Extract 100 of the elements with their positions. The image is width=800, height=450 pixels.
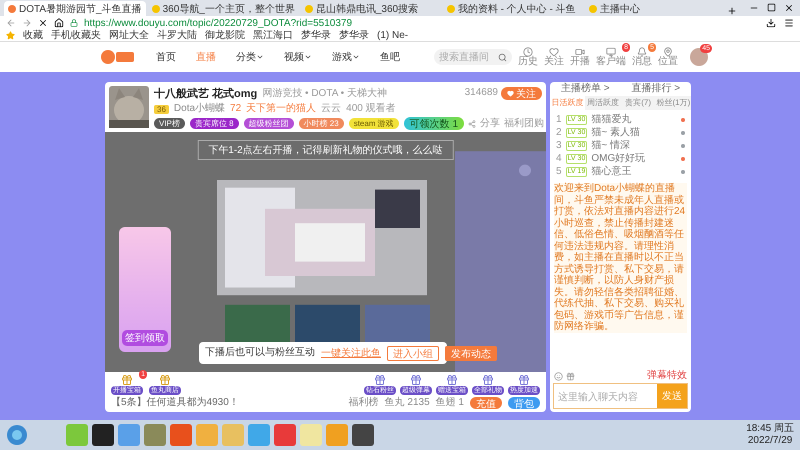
taskbar-app-icon[interactable]	[248, 424, 270, 446]
browser-tab[interactable]: DOTA暑期游园节_斗鱼直播	[4, 1, 146, 16]
nav-link[interactable]: 直播	[196, 50, 216, 64]
download-icon	[766, 18, 776, 28]
toolbar-label[interactable]: 开播	[570, 57, 590, 67]
caret-icon	[304, 53, 312, 61]
wallet-button[interactable]: 背包	[508, 397, 540, 409]
rank-number: 5	[556, 166, 562, 178]
bookmark[interactable]: 网址大全	[109, 30, 149, 42]
taskbar-app-icon[interactable]	[196, 424, 218, 446]
nav-link[interactable]: 首页	[156, 50, 176, 64]
ranking-badge[interactable]: VIP榜	[154, 118, 185, 129]
close-icon	[784, 3, 794, 13]
share-icon	[468, 120, 476, 128]
bookmark[interactable]: 梦华录	[339, 30, 369, 42]
rank-number: 3	[556, 140, 562, 152]
toolbar-label[interactable]: 关注	[544, 57, 564, 67]
announcement-banner: 下午1-2点左右开播，记得刷新礼物的仪式哦，么么哒	[197, 140, 454, 160]
ranking-badge[interactable]: 贵宾席位 8	[190, 118, 239, 129]
gift-icon	[374, 374, 386, 386]
site-icon	[446, 4, 455, 12]
popup-button[interactable]: 进入小组	[387, 346, 439, 360]
chat-tab[interactable]: 日活跃度	[550, 96, 586, 110]
browser-tab[interactable]: 昆山韩鼎电讯_360搜索	[300, 1, 441, 16]
toolbar-label[interactable]: 客户端	[596, 57, 626, 67]
nav-link[interactable]: 视频	[284, 50, 312, 64]
camera-icon	[575, 47, 585, 57]
taskbar-app-icon[interactable]	[170, 424, 192, 446]
viewer-name[interactable]: 猫猫爱丸	[591, 114, 632, 126]
nav-link[interactable]: 分类	[236, 50, 264, 64]
action-link[interactable]: 分享	[480, 118, 500, 130]
popup-button[interactable]: 发布动态	[445, 346, 497, 360]
bookmark[interactable]: (1) Ne-	[377, 30, 408, 42]
pin-icon	[663, 47, 673, 57]
caret-icon	[352, 53, 360, 61]
star-icon	[6, 31, 15, 40]
follow-link[interactable]: 一键关注此鱼	[321, 346, 381, 360]
taskbar-app-icon[interactable]	[274, 424, 296, 446]
ranking-badge[interactable]: 小时榜 23	[298, 118, 344, 129]
bookmark[interactable]: 黑江海口	[253, 30, 293, 42]
chat-tab[interactable]: 周活跃度	[585, 96, 620, 110]
nav-link[interactable]: 鱼吧	[380, 50, 400, 64]
follow-button[interactable]: 关注	[501, 87, 542, 100]
viewer-name[interactable]: 猫~ 情深	[591, 140, 630, 152]
lock-icon	[70, 19, 78, 27]
taskbar-app-icon[interactable]	[92, 424, 114, 446]
wallet-button[interactable]: 充值	[470, 397, 502, 409]
taskbar-app-icon[interactable]	[144, 424, 166, 446]
start-icon[interactable]	[6, 424, 28, 446]
claim-button[interactable]: 可领次数 1	[404, 117, 464, 130]
bell-icon	[637, 47, 647, 57]
browser-tab[interactable]: 360导航_一个主页，整个世界	[148, 1, 299, 16]
maximize-icon	[767, 3, 776, 12]
info-tag: 云云	[321, 103, 342, 115]
bookmark[interactable]: 收藏	[23, 30, 43, 42]
ranking-badge[interactable]: 超级粉丝团	[244, 118, 294, 129]
chat-tab[interactable]: 粉丝(1万)	[656, 96, 691, 110]
notice-paragraph: 欢迎来到Dota小蝴蝶的直播间，斗鱼严禁未成年人直播或打赏，依法对直播内容进行24小时巡查，禁止传播封建迷信、低俗色情、吸烟酗酒等任何违法违规内容。请理性消费，如主播在直播时以不正当方式诱导打赏、私下交易，请谨慎判断，以防人身财产损失。请勿轻信各类招聘征婚、代练代抽、私下交易、购买礼包码、游戏币等广告信息，谨防网络诈骗。	[554, 183, 687, 332]
toolbar-label[interactable]: 消息	[632, 57, 652, 67]
breadcrumb[interactable]: 网游竞技 • DOTA • 天梯大神	[262, 88, 387, 100]
browser-tab[interactable]: 主播中心	[584, 1, 725, 16]
toolbar-label[interactable]: 位置	[658, 57, 678, 67]
board-link[interactable]: 主播榜单 >	[560, 83, 610, 95]
taskbar-app-icon[interactable]	[326, 424, 348, 446]
rank-tag: 天下第一的猫人	[246, 103, 316, 115]
viewer-name[interactable]: 猫心意王	[591, 166, 632, 178]
bookmark[interactable]: 梦华录	[301, 30, 331, 42]
bookmark[interactable]: 斗罗大陆	[157, 30, 197, 42]
back-icon	[6, 18, 16, 28]
forward-icon	[22, 18, 32, 28]
nav-link[interactable]: 游戏	[332, 50, 360, 64]
clock-date: 2022/7/29	[748, 435, 792, 447]
heart-icon	[507, 90, 514, 97]
close-icon	[38, 18, 48, 28]
taskbar-app-icon[interactable]	[352, 424, 374, 446]
taskbar-app-icon[interactable]	[300, 424, 322, 446]
search-icon	[498, 52, 507, 62]
streamer-name[interactable]: Dota小蝴蝶	[174, 103, 226, 115]
taskbar-app-icon[interactable]	[66, 424, 88, 446]
info-tag: 400 观看者	[346, 103, 396, 115]
viewer-name[interactable]: 猫~ 素人猫	[591, 126, 640, 138]
board-link[interactable]: 直播排行 >	[631, 83, 680, 95]
effects-toggle[interactable]: 弹幕特效	[647, 370, 687, 382]
promo-card[interactable]: 签到领取	[119, 227, 171, 352]
action-link[interactable]: 福利团购	[504, 118, 544, 130]
ranking-badge[interactable]: steam 游戏	[348, 118, 399, 129]
browser-tab[interactable]: 我的资料 - 个人中心 - 斗鱼	[442, 1, 583, 16]
viewer-name[interactable]: OMG好好玩	[591, 152, 646, 164]
toolbar-label[interactable]: 历史	[518, 57, 538, 67]
checkin-button[interactable]: 签到领取	[122, 330, 168, 346]
bookmark[interactable]: 御龙影院	[205, 30, 245, 42]
gift-icon	[482, 374, 494, 386]
clock-time: 18:45 周五	[746, 423, 794, 435]
bookmark[interactable]: 手机收藏夹	[51, 30, 101, 42]
taskbar-app-icon[interactable]	[118, 424, 140, 446]
logo-icon[interactable]	[100, 47, 136, 67]
taskbar-app-icon[interactable]	[222, 424, 244, 446]
notice-text: 【5条】任何道具都为4930！	[111, 397, 239, 409]
gift-icon	[446, 374, 458, 386]
chat-tab[interactable]: 贵宾(7)	[620, 96, 656, 110]
